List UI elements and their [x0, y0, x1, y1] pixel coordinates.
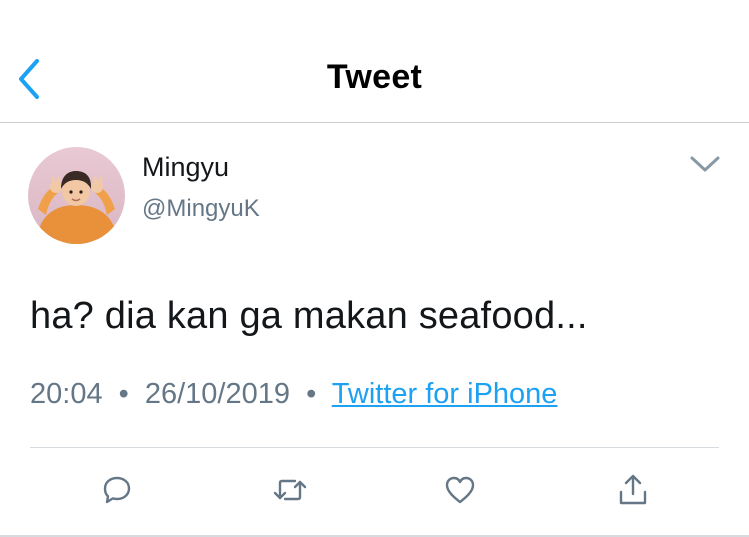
more-options-button[interactable]	[688, 152, 722, 176]
tweet-metadata: 20:04 • 26/10/2019 • Twitter for iPhone	[30, 378, 557, 411]
tweet-text: ha? dia kan ga makan seafood...	[30, 295, 588, 337]
tweet-source-link[interactable]: Twitter for iPhone	[332, 378, 558, 410]
reply-icon	[103, 476, 131, 504]
share-button[interactable]	[613, 470, 653, 510]
separator-dot: •	[306, 378, 317, 410]
profile-photo	[28, 147, 125, 244]
navigation-bar: Tweet	[0, 0, 749, 123]
author-name[interactable]: Mingyu	[142, 152, 229, 183]
separator-dot: •	[118, 378, 129, 410]
tweet-date: 26/10/2019	[144, 378, 291, 410]
tweet-time: 20:04	[30, 378, 103, 410]
page-title: Tweet	[326, 58, 423, 96]
divider	[30, 447, 719, 448]
share-icon	[619, 474, 647, 505]
tweet-detail-screen: Tweet Mingyu @MingyuK ha? dia kan ga mak…	[0, 0, 749, 537]
chevron-down-icon	[690, 156, 720, 172]
retweet-button[interactable]	[270, 470, 310, 510]
retweet-icon	[273, 479, 307, 501]
avatar[interactable]	[28, 147, 125, 244]
author-handle[interactable]: @MingyuK	[142, 195, 260, 223]
reply-button[interactable]	[97, 470, 137, 510]
like-button[interactable]	[440, 470, 480, 510]
heart-icon	[445, 476, 475, 504]
